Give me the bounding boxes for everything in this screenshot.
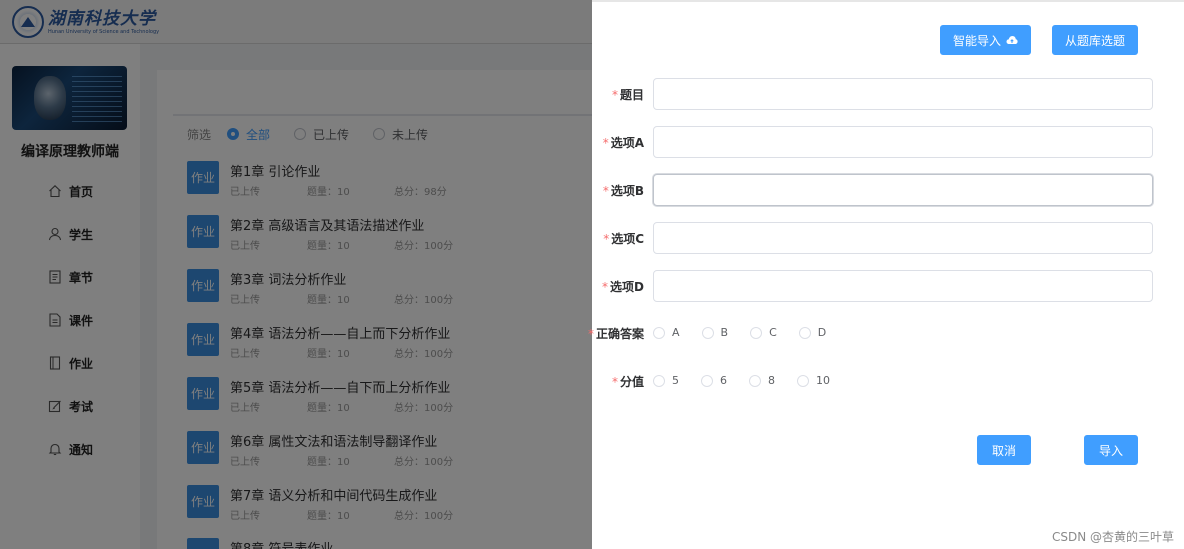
import-button[interactable]: 导入 bbox=[1084, 435, 1138, 465]
question-label: * 题目 bbox=[612, 86, 644, 103]
score-6-radio[interactable]: 6 bbox=[701, 374, 727, 387]
option-c-row: * 选项C bbox=[592, 222, 1184, 254]
answer-b-radio[interactable]: B bbox=[701, 326, 729, 339]
option-b-row: * 选项B bbox=[592, 174, 1184, 206]
radio-label: 10 bbox=[816, 374, 830, 387]
option-a-row: * 选项A bbox=[592, 126, 1184, 158]
radio-icon bbox=[701, 326, 714, 339]
radio-icon bbox=[750, 326, 763, 339]
option-d-row: * 选项D bbox=[592, 270, 1184, 302]
required-mark: * bbox=[611, 375, 618, 389]
import-question-drawer: 智能导入 从题库选题 * 题目 * 选项A * 选项B * 选项C * 选项D * 正确答案… bbox=[588, 0, 1184, 549]
label-text: 选项D bbox=[610, 280, 644, 294]
required-mark: * bbox=[602, 136, 609, 150]
radio-icon bbox=[653, 326, 665, 339]
option-d-input[interactable] bbox=[653, 270, 1153, 302]
option-c-label: * 选项C bbox=[603, 230, 644, 247]
from-question-bank-button[interactable]: 从题库选题 bbox=[1052, 25, 1138, 55]
required-mark: * bbox=[602, 184, 609, 198]
score-row: * 分值 5 6 8 10 bbox=[592, 365, 1184, 397]
score-10-radio[interactable]: 10 bbox=[797, 374, 830, 387]
correct-answer-label: * 正确答案 bbox=[588, 325, 644, 342]
label-text: 题目 bbox=[619, 88, 644, 102]
drawer-top-border bbox=[592, 0, 1184, 2]
radio-icon bbox=[653, 374, 665, 387]
score-8-radio[interactable]: 8 bbox=[749, 374, 775, 387]
score-5-radio[interactable]: 5 bbox=[653, 374, 679, 387]
option-b-label: * 选项B bbox=[603, 182, 644, 199]
radio-label: 5 bbox=[672, 374, 679, 387]
answer-c-radio[interactable]: C bbox=[750, 326, 777, 339]
label-text: 选项C bbox=[611, 232, 644, 246]
cloud-upload-icon bbox=[1006, 36, 1018, 44]
radio-label: A bbox=[672, 326, 680, 339]
radio-label: C bbox=[769, 326, 777, 339]
smart-import-label: 智能导入 bbox=[952, 33, 1001, 48]
option-a-label: * 选项A bbox=[603, 134, 644, 151]
score-radio-group: 5 6 8 10 bbox=[653, 374, 852, 387]
option-a-input[interactable] bbox=[653, 126, 1153, 158]
required-mark: * bbox=[602, 280, 609, 294]
answer-d-radio[interactable]: D bbox=[798, 326, 827, 339]
radio-label: 6 bbox=[720, 374, 727, 387]
option-c-input[interactable] bbox=[653, 222, 1153, 254]
score-label: * 分值 bbox=[612, 373, 644, 390]
required-mark: * bbox=[587, 327, 594, 341]
label-text: 选项A bbox=[610, 136, 644, 150]
radio-label: D bbox=[817, 326, 827, 339]
required-mark: * bbox=[603, 232, 610, 246]
radio-icon bbox=[749, 374, 761, 387]
option-d-label: * 选项D bbox=[602, 278, 644, 295]
label-text: 选项B bbox=[610, 184, 644, 198]
radio-label: B bbox=[720, 326, 729, 339]
smart-import-button[interactable]: 智能导入 bbox=[940, 25, 1031, 55]
modal-overlay[interactable] bbox=[0, 0, 592, 549]
correct-answer-row: * 正确答案 A B C D bbox=[588, 317, 1184, 349]
watermark: CSDN @杏黄的三叶草 bbox=[1051, 530, 1174, 544]
required-mark: * bbox=[611, 88, 618, 102]
label-text: 分值 bbox=[619, 375, 644, 389]
radio-icon bbox=[798, 326, 811, 339]
answer-a-radio[interactable]: A bbox=[653, 326, 680, 339]
radio-icon bbox=[701, 374, 713, 387]
cancel-button[interactable]: 取消 bbox=[977, 435, 1031, 465]
label-text: 正确答案 bbox=[595, 327, 644, 341]
question-row: * 题目 bbox=[592, 78, 1184, 110]
question-input[interactable] bbox=[653, 78, 1153, 110]
radio-label: 8 bbox=[768, 374, 775, 387]
correct-answer-radio-group: A B C D bbox=[653, 326, 848, 339]
option-b-input[interactable] bbox=[653, 174, 1153, 206]
radio-icon bbox=[797, 374, 809, 387]
